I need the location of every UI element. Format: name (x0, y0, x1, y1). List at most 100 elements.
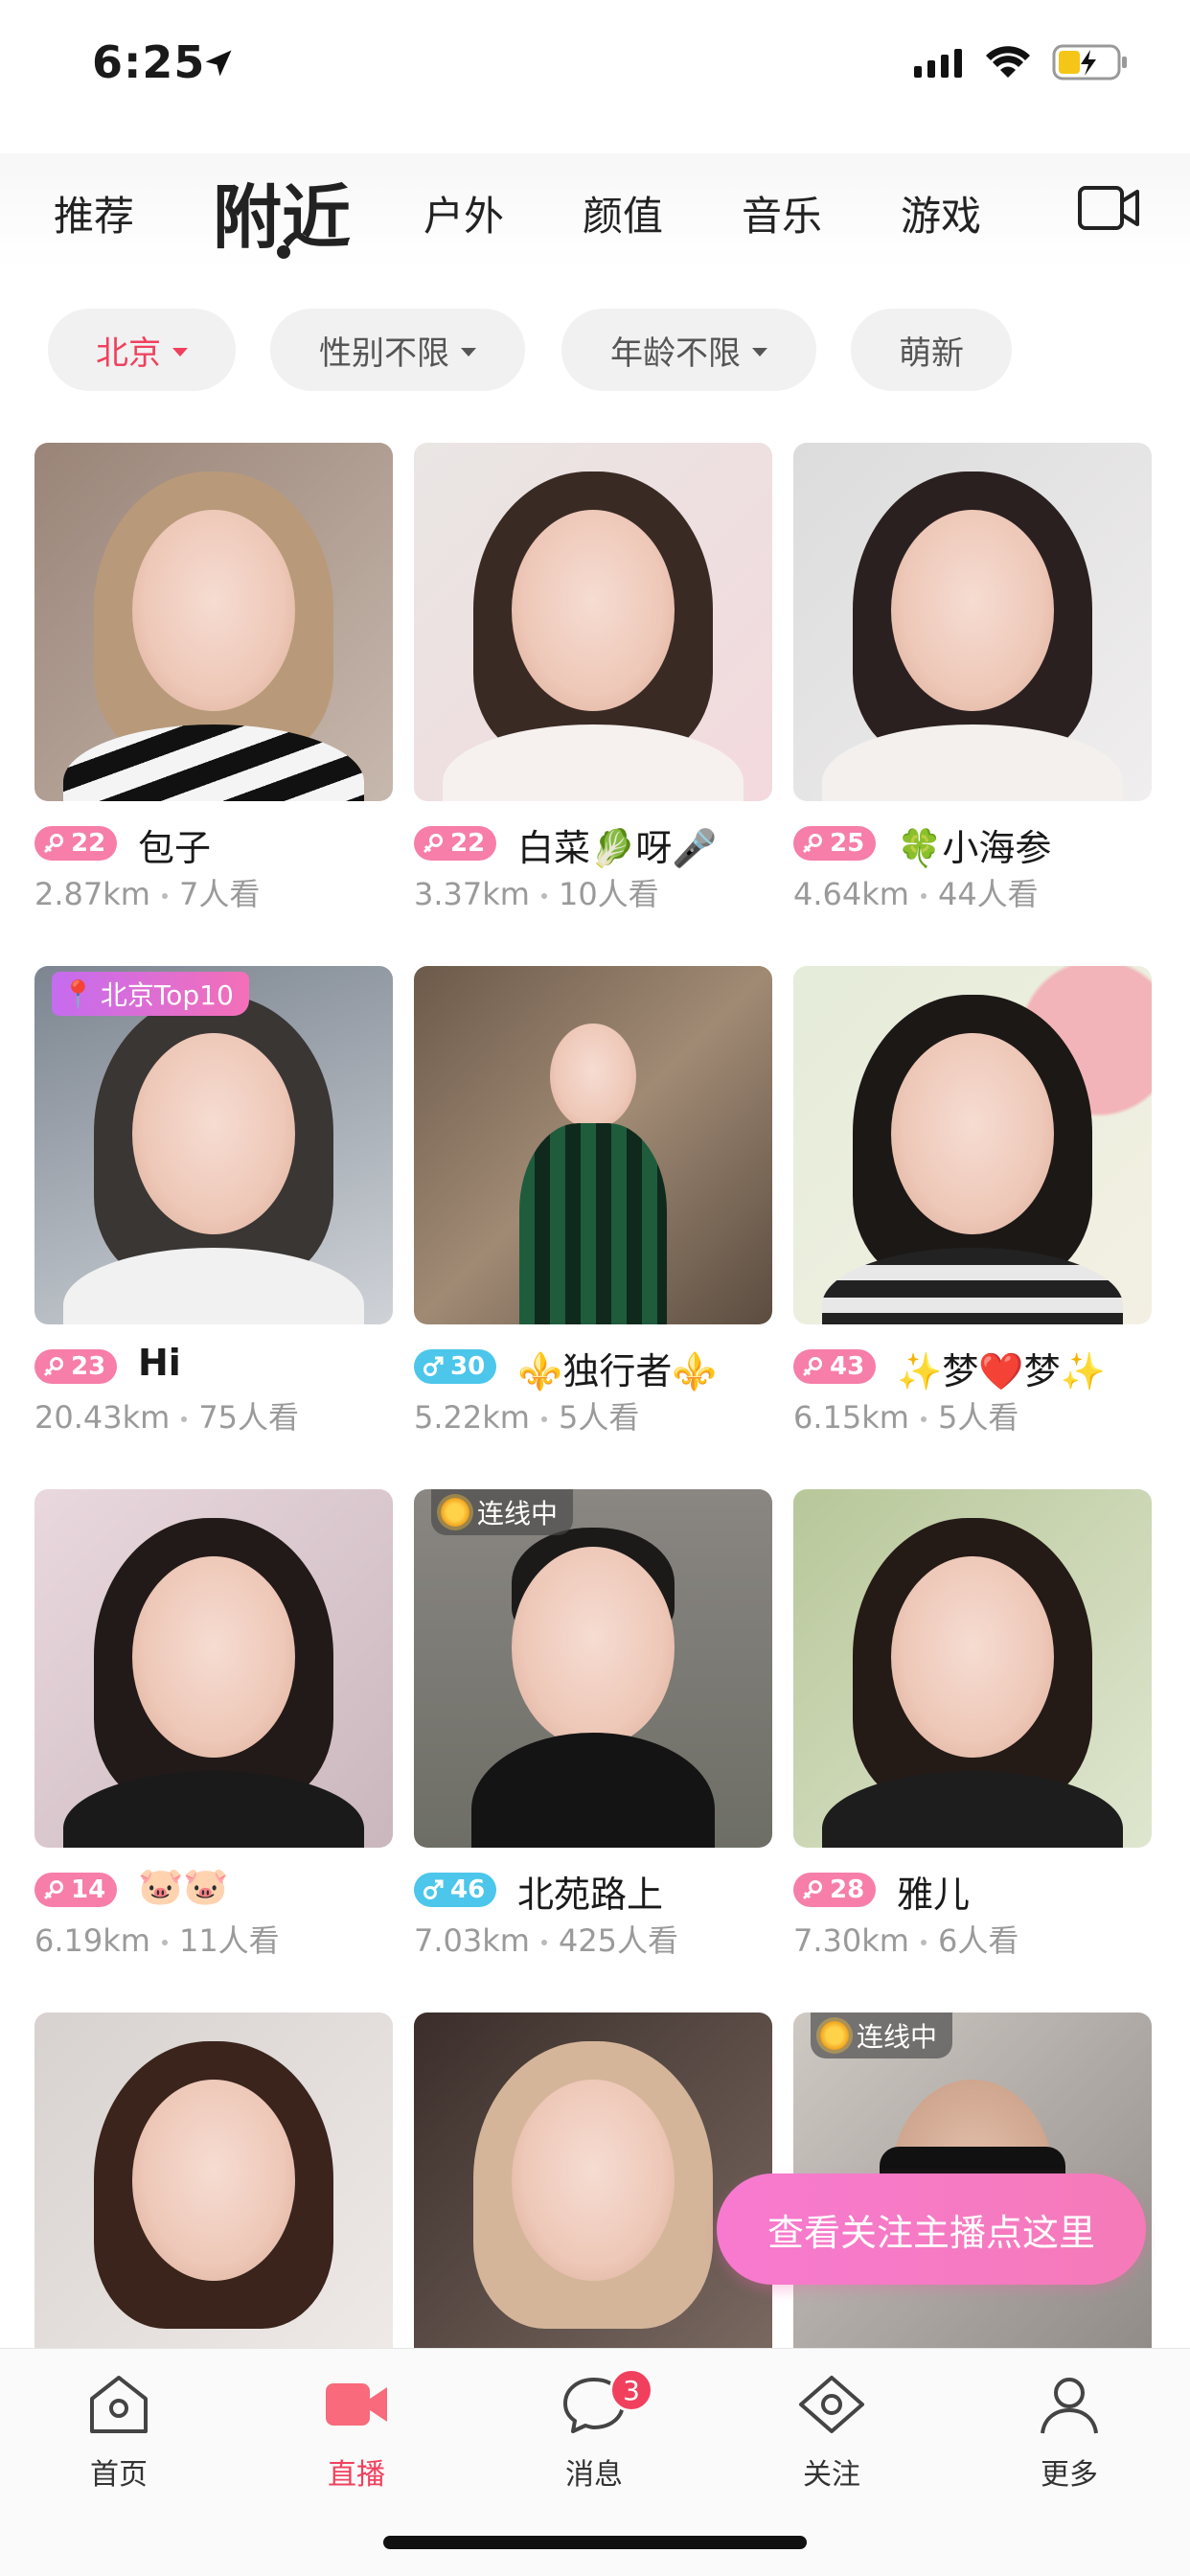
streamer-thumbnail: 📍 北京Top10 (34, 966, 393, 1324)
nav-home-label: 首页 (90, 2458, 148, 2492)
gender-age-badge: 14 (34, 1873, 118, 1907)
home-indicator (383, 2536, 807, 2549)
wifi-icon (986, 46, 1030, 78)
sun-icon (820, 2021, 849, 2050)
streamer-meta: 7.30km 6人看 (793, 1922, 1019, 1959)
sun-icon (441, 1498, 469, 1527)
streamer-name: 🍀小海参 (897, 827, 1052, 869)
view-followed-streamers-button[interactable]: 查看关注主播点这里 (717, 2174, 1146, 2285)
streamer-name: 北苑路上 (517, 1874, 664, 1916)
cellular-signal-icon (914, 49, 962, 78)
streamer-meta: 4.64km 44人看 (793, 876, 1039, 912)
streamer-name: 🐷🐷 (138, 1865, 229, 1907)
status-time: 6:25 (92, 36, 206, 88)
streamer-thumbnail (793, 443, 1152, 801)
nav-live-label: 直播 (328, 2458, 385, 2492)
gender-age-badge: 22 (414, 826, 497, 861)
filter-gender[interactable]: 性别不限 (270, 309, 525, 391)
tab-games[interactable]: 游戏 (901, 184, 981, 242)
streamer-card[interactable]: 14 🐷🐷 6.19km 11人看 (34, 1489, 393, 1959)
video-camera-icon[interactable] (1077, 182, 1140, 234)
tab-recommend[interactable]: 推荐 (54, 184, 134, 242)
gender-age-badge: 46 (414, 1873, 497, 1907)
nav-following-label: 关注 (803, 2458, 860, 2492)
active-tab-indicator (277, 245, 290, 259)
nav-home[interactable]: 首页 (42, 2370, 195, 2493)
female-icon (802, 1357, 822, 1377)
streamer-meta: 2.87km 7人看 (34, 876, 261, 912)
gender-age-badge: 28 (793, 1873, 877, 1907)
nav-following[interactable]: 关注 (755, 2370, 908, 2493)
filter-age-label: 年龄不限 (610, 334, 741, 373)
male-icon (423, 1356, 444, 1376)
streamer-thumbnail (414, 443, 772, 801)
gender-age-badge: 25 (793, 826, 877, 861)
streamer-meta: 3.37km 10人看 (414, 876, 659, 912)
home-icon (90, 2376, 148, 2433)
streamer-thumbnail (414, 966, 772, 1324)
streamer-thumbnail (34, 443, 393, 801)
nav-messages[interactable]: 3 消息 (517, 2368, 671, 2493)
nav-more-label: 更多 (1041, 2458, 1098, 2492)
caret-down-icon (752, 347, 767, 356)
filter-location-label: 北京 (96, 334, 161, 373)
caret-down-icon (461, 347, 476, 356)
filter-age[interactable]: 年龄不限 (561, 309, 816, 391)
female-icon (802, 834, 822, 854)
streamer-meta: 7.03km 425人看 (414, 1922, 679, 1959)
filter-newbie-label: 萌新 (899, 334, 964, 373)
live-connecting-tag: 连线中 (811, 2012, 953, 2058)
streamer-card[interactable]: 28 雅儿 7.30km 6人看 (793, 1489, 1152, 1959)
streamer-card[interactable]: 43 ✨梦❤️梦✨ 6.15km 5人看 (793, 966, 1152, 1436)
filter-location[interactable]: 北京 (48, 309, 236, 391)
caret-down-icon (172, 347, 188, 356)
live-connecting-tag: 连线中 (431, 1489, 574, 1535)
tab-music[interactable]: 音乐 (742, 184, 822, 242)
streamer-name: ⚜️独行者⚜️ (517, 1350, 718, 1392)
streamer-thumbnail (793, 1489, 1152, 1848)
female-icon (802, 1880, 822, 1900)
streamer-name: 雅儿 (897, 1874, 971, 1916)
tab-outdoor[interactable]: 户外 (423, 184, 504, 242)
streamer-meta: 5.22km 5人看 (414, 1399, 640, 1436)
nav-live[interactable]: 直播 (280, 2370, 433, 2493)
location-arrow-icon (205, 50, 232, 77)
nav-more[interactable]: 更多 (993, 2370, 1146, 2493)
streamer-card[interactable]: 📍 北京Top10 23 Hi 20.43km 75人看 (34, 966, 393, 1436)
message-count-badge: 3 (609, 2368, 653, 2412)
streamer-card[interactable]: 25 🍀小海参 4.64km 44人看 (793, 443, 1152, 912)
streamer-card[interactable] (34, 2012, 393, 2371)
streamer-name: 白菜🥬呀🎤 (517, 827, 718, 869)
streamer-card[interactable]: 连线中 46 北苑路上 7.03km 425人看 (414, 1489, 772, 1959)
streamer-thumbnail: 连线中 (414, 1489, 772, 1848)
map-pin-icon: 📍 (61, 978, 95, 1010)
female-icon (43, 1357, 63, 1377)
battery-charging-icon (1052, 44, 1127, 80)
category-tabs: 推荐 附近 户外 颜值 音乐 游戏 (0, 153, 1190, 268)
tab-looks[interactable]: 颜值 (583, 184, 663, 242)
female-icon (423, 834, 443, 854)
female-icon (43, 834, 63, 854)
streamer-card[interactable]: 30 ⚜️独行者⚜️ 5.22km 5人看 (414, 966, 772, 1436)
streamer-meta: 6.15km 5人看 (793, 1399, 1019, 1436)
streamer-card[interactable] (414, 2012, 772, 2371)
status-bar: 6:25 (0, 0, 1190, 126)
filter-bar: 北京 性别不限 年龄不限 萌新 (0, 309, 1190, 391)
gender-age-badge: 30 (414, 1349, 497, 1384)
streamer-name: ✨梦❤️梦✨ (897, 1350, 1106, 1392)
top10-tag: 📍 北京Top10 (52, 972, 249, 1016)
eye-icon (799, 2376, 864, 2433)
gender-age-badge: 23 (34, 1349, 118, 1384)
filter-gender-label: 性别不限 (319, 334, 449, 373)
gender-age-badge: 43 (793, 1349, 877, 1384)
person-icon (1041, 2378, 1098, 2434)
streamer-name: 包子 (138, 827, 212, 869)
male-icon (423, 1879, 444, 1899)
streamer-card[interactable]: 22 白菜🥬呀🎤 3.37km 10人看 (414, 443, 772, 912)
streamer-card[interactable]: 22 包子 2.87km 7人看 (34, 443, 393, 912)
streamer-name: Hi (138, 1342, 181, 1384)
video-camera-icon (326, 2383, 387, 2426)
streamer-meta: 6.19km 11人看 (34, 1922, 280, 1959)
filter-newbie[interactable]: 萌新 (851, 309, 1012, 391)
female-icon (43, 1880, 63, 1900)
